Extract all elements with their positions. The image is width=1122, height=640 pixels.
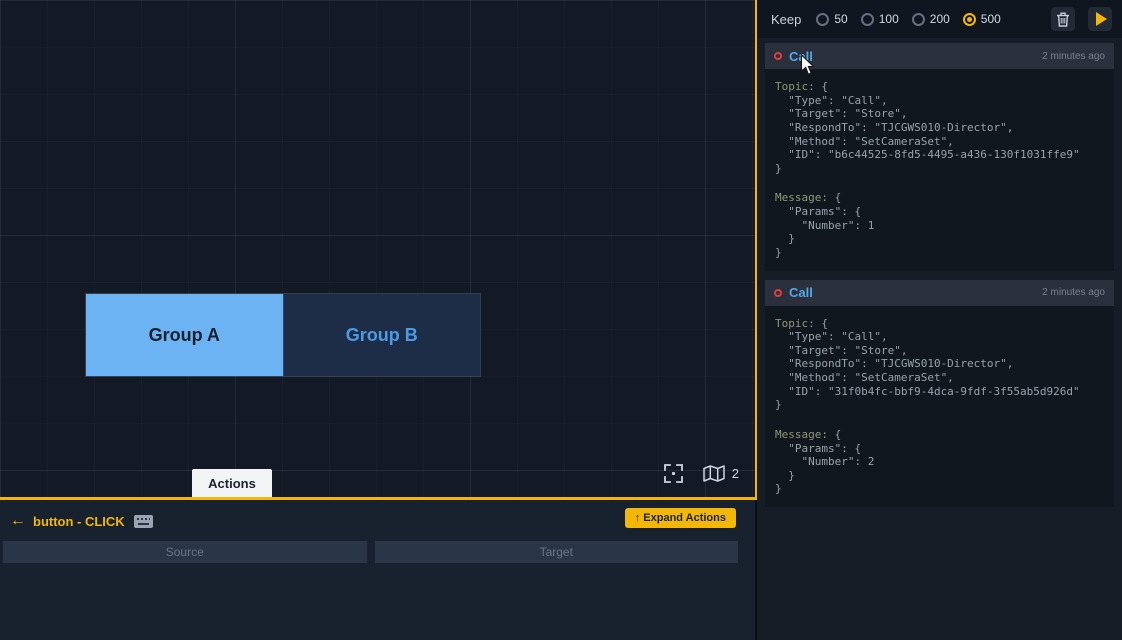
- keep-option-500[interactable]: 500: [963, 12, 1001, 26]
- actions-tab[interactable]: Actions: [192, 469, 272, 497]
- keep-label: Keep: [771, 12, 801, 27]
- source-input[interactable]: [3, 541, 367, 563]
- map-button[interactable]: 2: [703, 465, 739, 482]
- actions-panel-header: ← button - CLICK ↑ Expand Actions: [10, 510, 739, 532]
- clear-messages-button[interactable]: [1051, 7, 1075, 31]
- message-inspector: Keep 50 100 200 500: [757, 0, 1122, 640]
- keep-option-50[interactable]: 50: [816, 12, 847, 26]
- radio-label: 50: [834, 12, 847, 26]
- mapping-row: [3, 541, 738, 563]
- group-a-button[interactable]: Group A: [86, 294, 283, 376]
- group-b-button[interactable]: Group B: [283, 294, 481, 376]
- app-root: Group A Group B Actions 2: [0, 0, 1122, 640]
- expand-actions-button[interactable]: ↑ Expand Actions: [625, 508, 736, 528]
- actions-panel: ← button - CLICK ↑ Expand Actions: [0, 500, 757, 640]
- play-button[interactable]: [1088, 7, 1112, 31]
- message-timestamp: 2 minutes ago: [1042, 51, 1105, 62]
- message-card-header[interactable]: Call 2 minutes ago: [765, 43, 1114, 69]
- topic-code: { "Type": "Call", "Target": "Store", "Re…: [775, 80, 1080, 175]
- keep-toolbar: Keep 50 100 200 500: [757, 0, 1122, 38]
- fit-view-icon: [664, 464, 683, 483]
- radio-icon: [861, 13, 874, 26]
- message-card: Call 2 minutes ago Topic: { "Type": "Cal…: [765, 43, 1114, 271]
- keyboard-icon: [134, 515, 153, 528]
- message-card-body: Topic: { "Type": "Call", "Target": "Stor…: [765, 306, 1114, 508]
- topic-label: Topic:: [775, 317, 815, 330]
- message-label: Message:: [775, 191, 828, 204]
- call-status-icon: [774, 52, 782, 60]
- topic-json: Topic: { "Type": "Call", "Target": "Stor…: [775, 317, 1104, 412]
- radio-label: 500: [981, 12, 1001, 26]
- target-input[interactable]: [375, 541, 739, 563]
- trash-icon: [1056, 12, 1070, 27]
- message-json: Message: { "Params": { "Number": 2 } }: [775, 428, 1104, 496]
- topic-label: Topic:: [775, 80, 815, 93]
- message-card-header[interactable]: Call 2 minutes ago: [765, 280, 1114, 306]
- message-list: Call 2 minutes ago Topic: { "Type": "Cal…: [757, 38, 1122, 512]
- play-icon: [1096, 12, 1107, 26]
- fit-view-button[interactable]: [664, 464, 683, 483]
- message-label: Message:: [775, 428, 828, 441]
- keep-option-100[interactable]: 100: [861, 12, 899, 26]
- radio-icon: [912, 13, 925, 26]
- keep-option-200[interactable]: 200: [912, 12, 950, 26]
- canvas-toolbar: 2: [664, 464, 739, 483]
- action-title: button - CLICK: [33, 514, 125, 529]
- message-card-body: Topic: { "Type": "Call", "Target": "Stor…: [765, 69, 1114, 271]
- message-timestamp: 2 minutes ago: [1042, 287, 1105, 298]
- message-card: Call 2 minutes ago Topic: { "Type": "Cal…: [765, 280, 1114, 508]
- topic-json: Topic: { "Type": "Call", "Target": "Stor…: [775, 80, 1104, 175]
- map-count: 2: [732, 466, 739, 481]
- flow-canvas[interactable]: Group A Group B Actions 2: [0, 0, 757, 500]
- call-status-icon: [774, 289, 782, 297]
- radio-icon: [816, 13, 829, 26]
- radio-label: 200: [930, 12, 950, 26]
- back-button[interactable]: ←: [10, 513, 26, 529]
- group-toggle: Group A Group B: [85, 293, 481, 377]
- topic-code: { "Type": "Call", "Target": "Store", "Re…: [775, 317, 1080, 412]
- message-json: Message: { "Params": { "Number": 1 } }: [775, 191, 1104, 259]
- message-title[interactable]: Call: [789, 49, 813, 64]
- radio-label: 100: [879, 12, 899, 26]
- message-title[interactable]: Call: [789, 285, 813, 300]
- radio-icon: [963, 13, 976, 26]
- map-icon: [703, 465, 725, 482]
- left-column: Group A Group B Actions 2: [0, 0, 757, 640]
